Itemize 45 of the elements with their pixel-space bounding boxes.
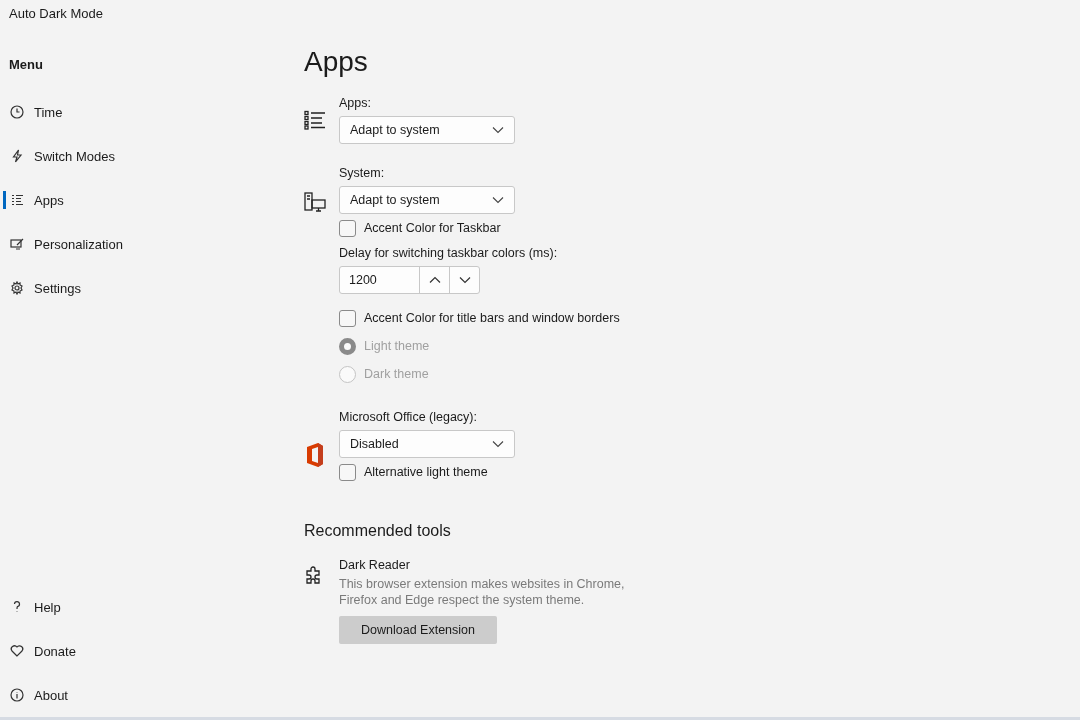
checkbox[interactable] [339,219,356,237]
dropdown[interactable]: Adapt to system [339,186,515,214]
number-field[interactable]: 1200 [339,266,480,294]
checkbox[interactable] [339,463,356,481]
info-icon [10,688,24,702]
menu-heading: Menu [8,57,44,72]
chevron-down-icon [492,126,504,134]
heart-icon [10,644,24,658]
settings-icon [10,281,24,295]
window-title: Auto Dark Mode [8,6,104,23]
chevron-up-icon [428,276,441,284]
nav-item[interactable]: About [0,673,290,717]
field-label: Apps: [339,96,372,110]
nav-item[interactable]: Help [0,585,290,629]
tool-name: Dark Reader [339,558,411,572]
dropdown[interactable]: Disabled [339,430,515,458]
nav-item[interactable]: Time [0,90,290,134]
section-heading: Recommended tools [304,522,452,540]
chevron-down-icon [492,196,504,204]
page-title: Apps [304,46,369,79]
checkbox-label: Accent Color for title bars and window borders [364,311,620,325]
list-icon [10,193,24,207]
checkbox[interactable] [339,309,356,327]
monitor-brush-icon [10,237,24,251]
radio-label: Light theme [364,339,430,353]
dropdown[interactable]: Adapt to system [339,116,515,144]
download-button[interactable]: Download Extension [339,616,497,644]
nav-item[interactable]: Personalization [0,222,290,266]
radio-label: Dark theme [364,367,429,381]
office-logo-icon [304,442,326,468]
list-icon [304,110,326,130]
checkbox-label: Alternative light theme [364,465,488,479]
nav-item[interactable]: Switch Modes [0,134,290,178]
computer-icon [304,192,326,212]
nav-item[interactable]: Donate [0,629,290,673]
nav-item[interactable]: Settings [0,266,290,310]
field-label: System: [339,166,386,180]
clock-icon [10,105,24,119]
checkbox-label: Accent Color for Taskbar [364,221,501,235]
lightning-icon [10,149,24,163]
chevron-down-icon [458,276,471,284]
field-label: Delay for switching taskbar colors (ms): [339,246,559,260]
chevron-down-icon [492,440,504,448]
tool-description: This browser extension makes websites in Chrome, Firefox and Edge respect the system theme. [339,576,626,608]
field-label: Microsoft Office (legacy): [339,410,478,424]
